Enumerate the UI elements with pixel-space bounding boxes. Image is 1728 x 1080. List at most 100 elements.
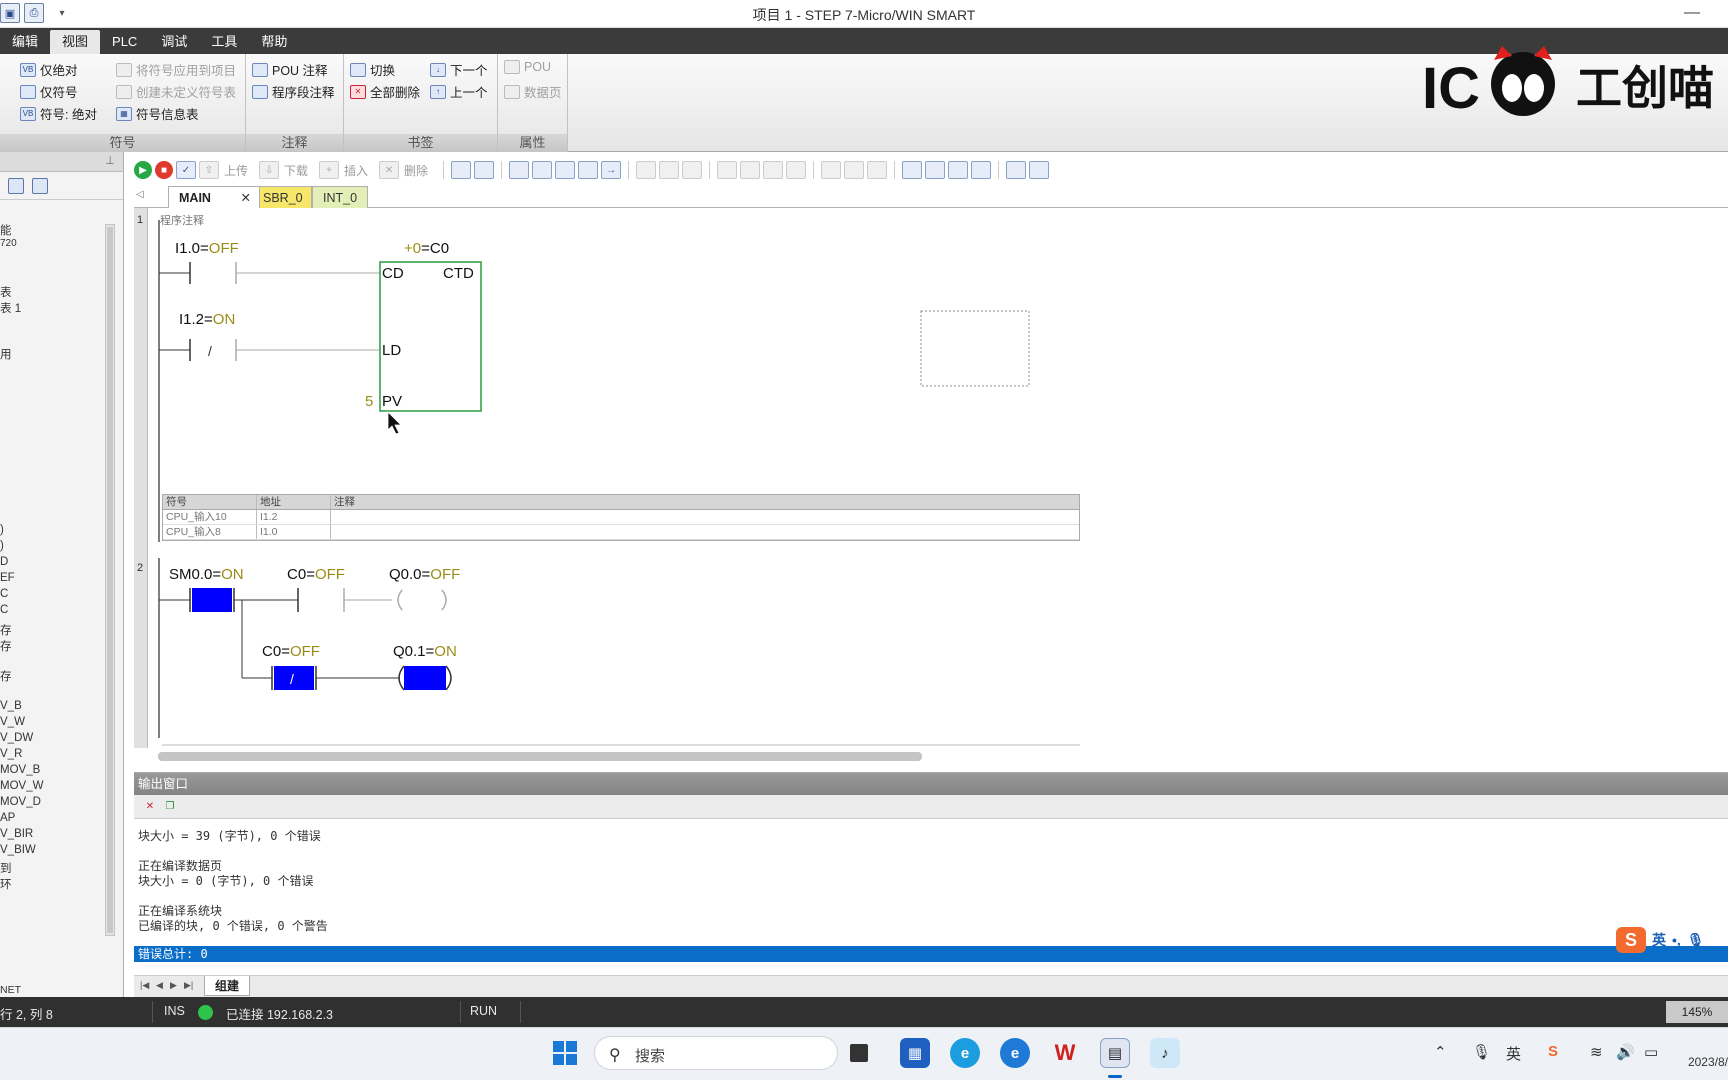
contact-icon[interactable]	[821, 161, 842, 179]
tree-item[interactable]: V_B	[0, 700, 22, 712]
tree-item[interactable]: D	[0, 556, 8, 568]
pane-scrollbar[interactable]	[105, 224, 115, 936]
tree-item[interactable]: 720	[0, 238, 17, 249]
tree-item[interactable]: V_R	[0, 748, 22, 760]
wifi-icon[interactable]: ≋	[1590, 1043, 1603, 1061]
editor-horizontal-scrollbar[interactable]	[158, 752, 922, 761]
tree-item[interactable]: AP	[0, 812, 15, 824]
taskbar-search[interactable]: ⚲ 搜索	[594, 1036, 838, 1070]
coil-q00[interactable]	[441, 589, 447, 611]
run-icon[interactable]: ▶	[134, 161, 152, 179]
tree-item[interactable]: V_BIW	[0, 844, 36, 856]
coil-q00[interactable]	[397, 589, 403, 611]
next-bookmark-button[interactable]: ↓ 下一个	[430, 60, 488, 79]
windows-start-icon[interactable]	[550, 1038, 580, 1068]
branch-icon[interactable]	[717, 161, 738, 179]
tree-item[interactable]: MOV_W	[0, 780, 43, 792]
minimize-button[interactable]: —	[1684, 4, 1700, 22]
ladder-editor[interactable]: 1 2 程序注释 I1.0=OFF I1.2=ON / +0=C0 CD CTD…	[134, 208, 1728, 748]
network-comment-button[interactable]: 程序段注释	[252, 82, 335, 101]
stop-icon[interactable]: ■	[155, 161, 173, 179]
copy-icon[interactable]: ❐	[162, 799, 178, 815]
line-right-icon[interactable]	[786, 161, 807, 179]
tab-main[interactable]: MAIN ✕	[168, 186, 260, 208]
tree-item[interactable]: V_BIR	[0, 828, 33, 840]
goto-icon[interactable]: →	[601, 161, 622, 179]
bookmark-next-icon[interactable]	[555, 161, 576, 179]
sogou-tray-icon[interactable]: S	[1548, 1043, 1558, 1060]
menu-plc[interactable]: PLC	[100, 30, 149, 54]
tab-sbr0[interactable]: SBR_0	[252, 186, 312, 208]
next-icon[interactable]: ▶	[170, 980, 177, 991]
ime-punct[interactable]: •,	[1672, 932, 1681, 948]
tree-item[interactable]: MOV_B	[0, 764, 40, 776]
tree-item[interactable]: V_DW	[0, 732, 33, 744]
chevron-up-icon[interactable]: ⌃	[1434, 1043, 1447, 1061]
last-icon[interactable]: ▶|	[184, 980, 193, 991]
tree-item[interactable]: )	[0, 524, 4, 536]
upload-button[interactable]: 上传	[224, 162, 248, 179]
menu-help[interactable]: 帮助	[249, 30, 299, 54]
settings-icon[interactable]	[1029, 161, 1050, 179]
line-down-icon[interactable]	[740, 161, 761, 179]
tree-item[interactable]: )	[0, 540, 4, 552]
tree-item[interactable]: C	[0, 604, 8, 616]
edge-icon[interactable]: e	[950, 1038, 980, 1068]
tree-item[interactable]: NET	[0, 984, 21, 996]
download-button[interactable]: 下载	[284, 162, 308, 179]
tree-view-icon[interactable]	[8, 178, 24, 194]
volume-icon[interactable]: 🔊	[1616, 1043, 1635, 1061]
miku-app-icon[interactable]: ♪	[1150, 1038, 1180, 1068]
bookmark-prev-icon[interactable]	[532, 161, 553, 179]
bookmark-clear-icon[interactable]	[578, 161, 599, 179]
lock-icon[interactable]	[636, 161, 657, 179]
wps-icon[interactable]: W	[1050, 1038, 1080, 1068]
toggle-bookmark-button[interactable]: 切换	[350, 60, 395, 79]
ime-mode[interactable]: 英	[1652, 930, 1666, 950]
download-icon[interactable]: ⇩	[259, 161, 280, 179]
program-status-icon[interactable]	[451, 161, 472, 179]
tree-item[interactable]: 存	[0, 622, 12, 638]
box-icon[interactable]	[867, 161, 888, 179]
tree-item[interactable]: 环	[0, 876, 12, 892]
pou-comment-button[interactable]: POU 注释	[252, 60, 328, 79]
tree-item[interactable]: 表 1	[0, 300, 21, 316]
pv-value[interactable]: 5	[365, 393, 373, 410]
error-total-line[interactable]: 错误总计: 0	[134, 946, 1728, 962]
pou-property-button[interactable]: POU	[504, 60, 551, 74]
menu-edit[interactable]: 编辑	[0, 30, 50, 54]
insert-button[interactable]: 插入	[344, 162, 368, 179]
symbol-only-button[interactable]: 仅符号	[20, 82, 78, 101]
properties-icon[interactable]	[971, 161, 992, 179]
protect-icon[interactable]	[682, 161, 703, 179]
upload-icon[interactable]: ⇧	[199, 161, 219, 179]
instruction-icon[interactable]	[902, 161, 923, 179]
tree-item[interactable]: MOV_D	[0, 796, 41, 808]
symbol-info-table-button[interactable]: ▦ 符号信息表	[116, 104, 199, 123]
clear-icon[interactable]: ✕	[142, 799, 158, 815]
compile-icon[interactable]: ✓	[176, 161, 196, 179]
delete-button[interactable]: 删除	[404, 162, 428, 179]
bookmark-toggle-icon[interactable]	[509, 161, 530, 179]
delete-icon[interactable]: ✕	[379, 161, 400, 179]
tree-item[interactable]: 存	[0, 668, 12, 684]
tab-build[interactable]: 组建	[204, 976, 251, 996]
data-page-property-button[interactable]: 数据页	[504, 82, 562, 101]
task-view-icon[interactable]	[850, 1044, 868, 1062]
ctd-counter-box[interactable]	[379, 261, 482, 412]
tab-int0[interactable]: INT_0	[312, 186, 368, 208]
mic-icon[interactable]: 🎙	[1472, 1043, 1491, 1061]
symbol-absolute-button[interactable]: VB 符号: 绝对	[20, 104, 97, 123]
ie-icon[interactable]: e	[1000, 1038, 1030, 1068]
close-tab-icon[interactable]: ✕	[241, 187, 251, 209]
scroll-thumb[interactable]	[107, 227, 113, 933]
tray-lang[interactable]: 英	[1506, 1043, 1521, 1064]
menu-view[interactable]: 视图	[50, 30, 101, 54]
tree-item[interactable]: 表	[0, 284, 12, 300]
first-icon[interactable]: |◀	[140, 980, 149, 991]
tree-item[interactable]: 存	[0, 638, 12, 654]
menu-tools[interactable]: 工具	[199, 30, 249, 54]
chart-status-icon[interactable]	[474, 161, 495, 179]
step7-icon[interactable]: ▤	[1100, 1038, 1130, 1068]
tree-item[interactable]: V_W	[0, 716, 25, 728]
